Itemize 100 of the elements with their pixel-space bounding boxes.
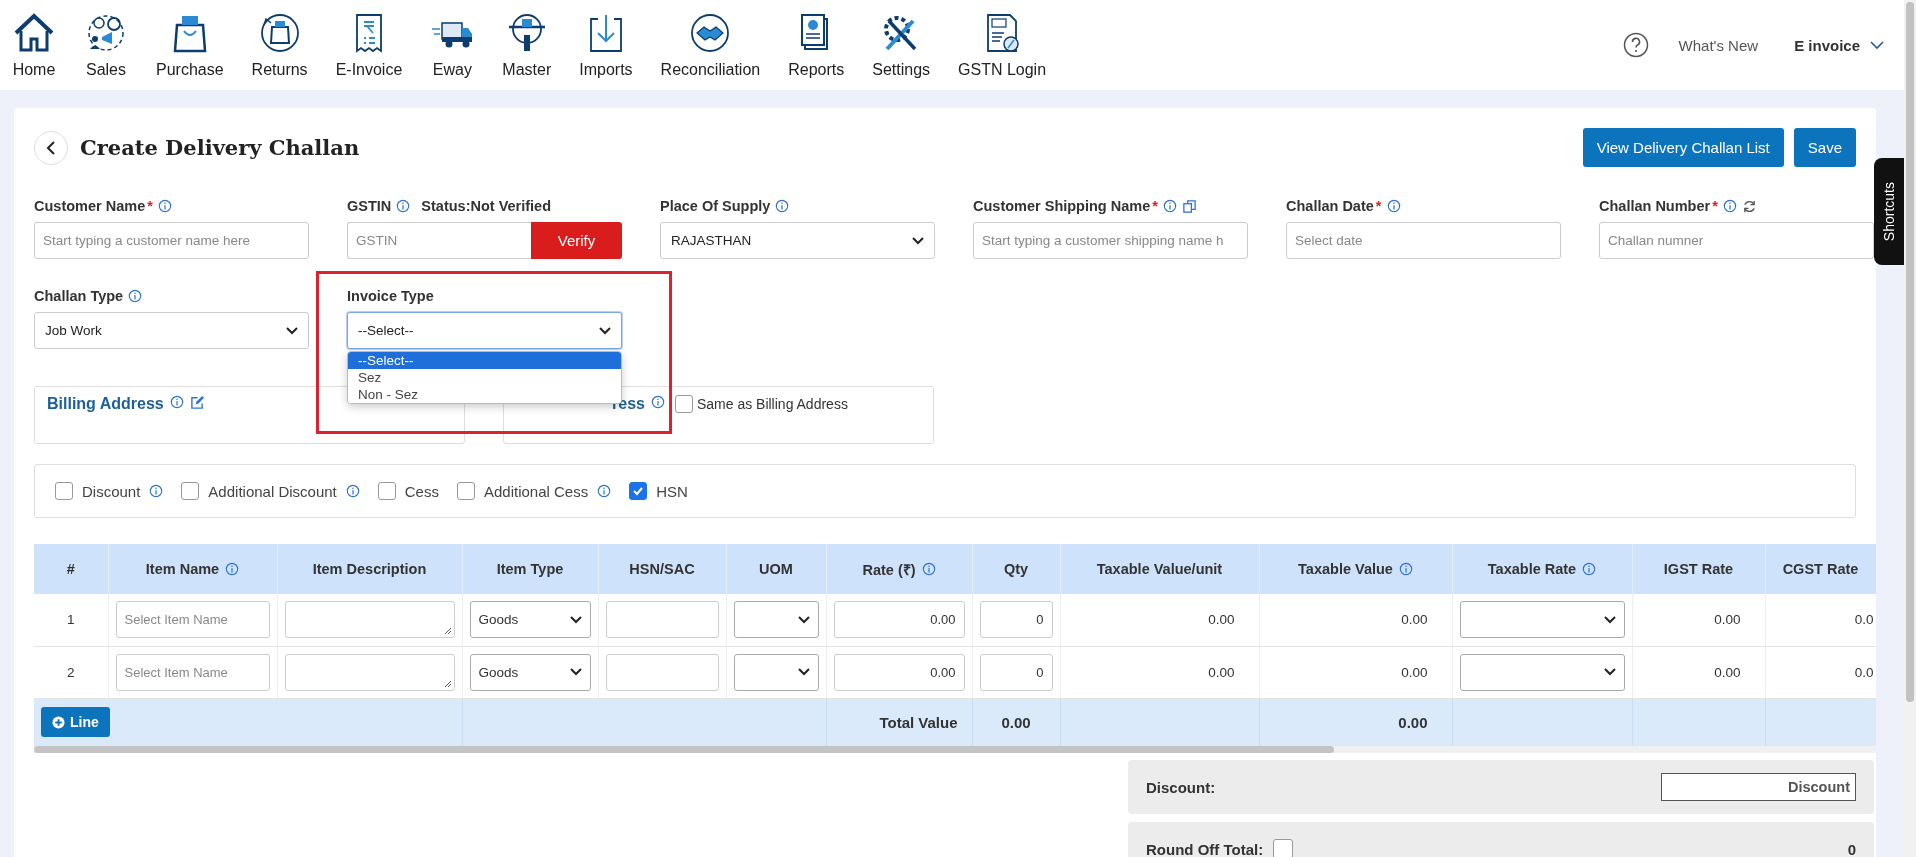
resize-grip-icon [443, 679, 452, 688]
input-field[interactable]: Select Item Name [115, 601, 270, 639]
table-cell: 0.0 [1765, 646, 1876, 698]
column-header: Item Description [277, 544, 462, 594]
action-button[interactable]: Save [1793, 128, 1856, 167]
dropdown-option[interactable]: Non - Sez [348, 386, 621, 403]
nav-item[interactable]: Imports [575, 11, 637, 79]
chevron-down-icon [912, 236, 924, 245]
text-input[interactable]: Start typing a customer name here [34, 222, 309, 259]
nav-item[interactable]: Home [8, 11, 60, 79]
required-mark: * [1375, 198, 1382, 214]
check-icon [632, 485, 645, 497]
refresh-icon[interactable] [1741, 198, 1757, 214]
info-icon[interactable] [128, 289, 143, 303]
select-field[interactable] [733, 601, 819, 639]
nav-item[interactable]: Reconciliation [656, 11, 765, 79]
select-field[interactable]: --Select-- [347, 312, 622, 349]
input-field[interactable]: Select Item Name [115, 653, 270, 691]
field-label: Challan Number [1599, 198, 1711, 214]
column-header: # [34, 544, 108, 594]
info-icon[interactable] [1582, 562, 1597, 576]
horizontal-scrollbar[interactable] [34, 746, 1876, 753]
input-field[interactable] [605, 653, 719, 691]
resize-grip-icon [443, 627, 452, 636]
select-field[interactable]: Goods [469, 601, 591, 639]
info-icon[interactable] [650, 395, 665, 409]
select-field[interactable] [733, 653, 819, 691]
table-cell: 0.0 [1765, 594, 1876, 646]
nav-item[interactable]: Returns [247, 11, 312, 79]
chevron-down-icon [1603, 615, 1616, 624]
page-title: Create Delivery Challan [80, 135, 360, 160]
text-input[interactable]: Challan numner [1599, 222, 1874, 259]
info-icon[interactable] [345, 484, 360, 498]
nav-item[interactable]: Purchase [152, 11, 228, 79]
column-header: UOM [726, 544, 826, 594]
checkbox[interactable] [629, 482, 648, 500]
info-icon[interactable] [1722, 199, 1737, 213]
info-icon[interactable] [597, 484, 612, 498]
field-label: Customer Name [34, 198, 146, 214]
info-icon[interactable] [396, 199, 411, 213]
text-input[interactable]: Select date [1286, 222, 1561, 259]
nav-item[interactable]: Settings [868, 11, 935, 79]
nav-item[interactable]: E-Invoice [331, 11, 407, 79]
info-icon[interactable] [1386, 199, 1401, 213]
whats-new-link[interactable]: What's New [1678, 36, 1759, 54]
dropdown-option[interactable]: Sez [348, 369, 621, 386]
copy-icon[interactable] [1181, 198, 1197, 214]
vertical-scrollbar[interactable] [1904, 0, 1916, 857]
nav-item[interactable]: Master [498, 11, 556, 79]
info-icon[interactable] [775, 199, 790, 213]
input-field[interactable]: 0 [979, 601, 1053, 639]
help-icon[interactable] [1622, 32, 1649, 58]
add-line-button[interactable]: Line [41, 707, 110, 738]
nav-item[interactable]: Sales [80, 11, 132, 79]
select-field[interactable]: Job Work [34, 312, 309, 349]
info-icon[interactable] [1162, 199, 1177, 213]
verify-button[interactable]: Verify [531, 222, 622, 259]
text-input[interactable]: Start typing a customer shipping name h [973, 222, 1248, 259]
textarea-field[interactable] [284, 601, 455, 639]
nav-item[interactable]: Eway [426, 11, 479, 79]
checkbox[interactable] [456, 482, 475, 500]
discount-input[interactable]: Discount [1661, 773, 1856, 801]
address-title: Billing Address [47, 395, 164, 413]
checkbox[interactable] [1273, 839, 1294, 857]
total-qty: 0.00 [972, 698, 1060, 746]
select-field[interactable] [1459, 653, 1625, 691]
nav-item[interactable]: GSTN Login [954, 11, 1051, 79]
gstin-input[interactable]: GSTIN [347, 222, 531, 259]
chevron-down-icon [286, 326, 298, 335]
checkbox[interactable] [377, 482, 396, 500]
checkbox[interactable] [674, 395, 693, 413]
chevron-down-icon [797, 615, 810, 624]
required-mark: * [1152, 198, 1158, 214]
select-field[interactable] [1459, 601, 1625, 639]
checkbox[interactable] [55, 482, 73, 500]
field-label: GSTIN [347, 198, 392, 214]
field-label: Customer Shipping Name [973, 198, 1151, 214]
field-label: Challan Date [1286, 198, 1374, 214]
info-icon[interactable] [1398, 562, 1413, 576]
checkbox[interactable] [181, 482, 200, 500]
nav-item[interactable]: Reports [784, 11, 849, 79]
action-button[interactable]: View Delivery Challan List [1582, 128, 1784, 167]
info-icon[interactable] [157, 199, 172, 213]
info-icon[interactable] [921, 562, 936, 576]
input-field[interactable]: 0.00 [833, 601, 965, 639]
account-dropdown[interactable]: E invoice [1788, 35, 1890, 55]
input-field[interactable]: 0.00 [833, 653, 965, 691]
info-icon[interactable] [225, 562, 240, 576]
select-field[interactable]: RAJASTHAN [660, 222, 935, 259]
edit-icon[interactable] [189, 395, 205, 410]
back-button[interactable] [34, 130, 68, 165]
input-field[interactable] [605, 601, 719, 639]
textarea-field[interactable] [284, 653, 455, 691]
info-icon[interactable] [149, 484, 164, 498]
shortcuts-tab[interactable]: Shortcuts [1874, 158, 1904, 265]
info-icon[interactable] [169, 395, 184, 409]
input-field[interactable]: 0 [979, 653, 1053, 691]
dropdown-option[interactable]: --Select-- [348, 352, 621, 369]
select-field[interactable]: Goods [469, 653, 591, 691]
chevron-down-icon [569, 668, 582, 676]
